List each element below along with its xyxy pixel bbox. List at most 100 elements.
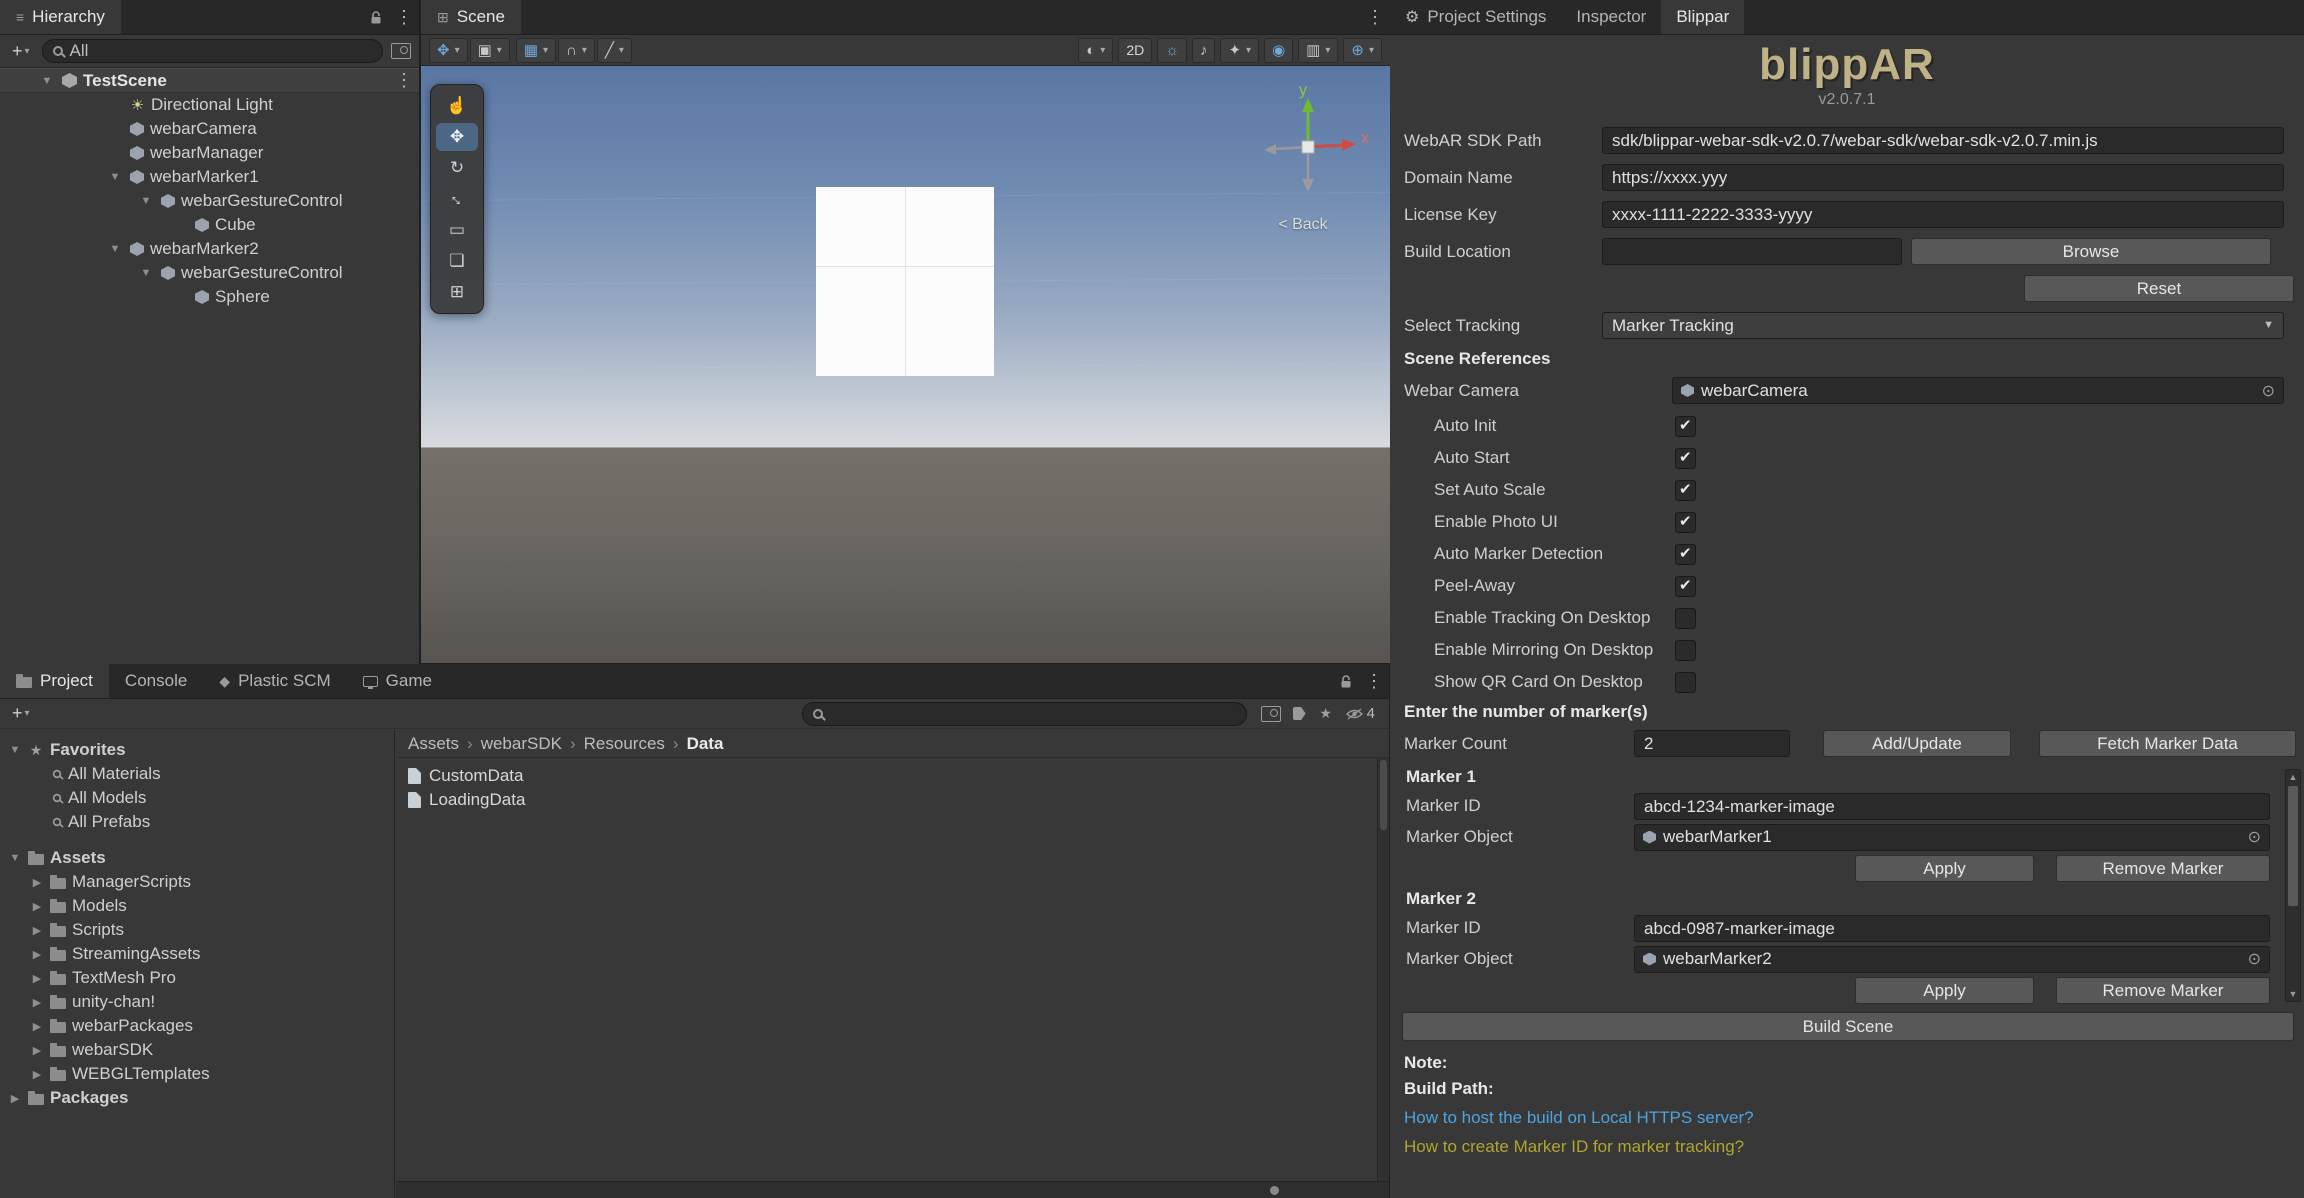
fetch-marker-data-button[interactable]: Fetch Marker Data	[2039, 730, 2296, 757]
tab-console[interactable]: Console	[109, 664, 203, 698]
tab-inspector[interactable]: Inspector	[1561, 0, 1661, 34]
expander-icon[interactable]	[106, 171, 124, 183]
tab-project-settings[interactable]: ⚙ Project Settings	[1390, 0, 1561, 34]
expander-icon[interactable]	[30, 924, 44, 937]
tab-plastic-scm[interactable]: ◆ Plastic SCM	[203, 664, 346, 698]
expander-icon[interactable]	[30, 1020, 44, 1033]
expander-icon[interactable]	[30, 972, 44, 985]
sdk-path-field[interactable]: sdk/blippar-webar-sdk-v2.0.7/webar-sdk/w…	[1602, 127, 2284, 154]
folder-row[interactable]: webarSDK	[0, 1038, 394, 1062]
folder-row[interactable]: Scripts	[0, 918, 394, 942]
scrollbar-thumb[interactable]	[1380, 760, 1387, 830]
open-in-search-icon[interactable]	[1261, 706, 1281, 722]
hierarchy-item[interactable]: webarMarker2	[0, 237, 419, 261]
lock-icon[interactable]	[1339, 674, 1353, 689]
scene-viewport[interactable]: ☝ ✥ ↻ ↔ ▭ ❏ ⊞ y x < Back	[421, 66, 1390, 663]
project-search-input[interactable]	[802, 702, 1247, 726]
scroll-down-icon[interactable]: ▼	[2286, 987, 2300, 1001]
create-asset-button[interactable]: +▾	[8, 703, 34, 724]
https-help-link[interactable]: How to host the build on Local HTTPS ser…	[1404, 1108, 2290, 1128]
hierarchy-item[interactable]: webarMarker1	[0, 165, 419, 189]
checkbox[interactable]	[1675, 544, 1696, 565]
tab-blippar[interactable]: Blippar	[1661, 0, 1744, 34]
snap-button[interactable]: ∩	[558, 38, 595, 63]
2d-toggle-button[interactable]: 2D	[1118, 38, 1152, 63]
expander-icon[interactable]	[8, 1092, 22, 1105]
folder-row[interactable]: unity-chan!	[0, 990, 394, 1014]
tab-game[interactable]: Game	[347, 664, 448, 698]
marker-count-field[interactable]: 2	[1634, 730, 1790, 757]
search-filter-icon[interactable]	[391, 43, 411, 59]
rotate-tool-button[interactable]: ↻	[436, 154, 478, 182]
hierarchy-item[interactable]: webarGestureControl	[0, 189, 419, 213]
kebab-menu-icon[interactable]	[1365, 671, 1379, 692]
apply-button[interactable]: Apply	[1855, 855, 2034, 882]
kebab-menu-icon[interactable]	[1366, 7, 1380, 28]
breadcrumb-webarsdk[interactable]: webarSDK	[481, 734, 562, 754]
breadcrumb-data[interactable]: Data	[687, 734, 724, 754]
checkbox[interactable]	[1675, 672, 1696, 693]
pivot-toggle-button[interactable]: ▣	[470, 38, 510, 63]
hierarchy-item[interactable]: Sphere	[0, 285, 419, 309]
checkbox[interactable]	[1675, 576, 1696, 597]
build-scene-button[interactable]: Build Scene	[1402, 1012, 2294, 1041]
favorite-item[interactable]: All Materials	[0, 762, 394, 786]
tab-hierarchy[interactable]: ≡ Hierarchy	[0, 0, 121, 34]
shading-mode-button[interactable]: ◐	[1078, 38, 1113, 63]
checkbox[interactable]	[1675, 640, 1696, 661]
webar-camera-object-field[interactable]: webarCamera ⊙	[1672, 377, 2284, 404]
asset-item[interactable]: CustomData	[408, 764, 1389, 788]
folder-row[interactable]: webarPackages	[0, 1014, 394, 1038]
lock-icon[interactable]	[369, 10, 383, 25]
browse-button[interactable]: Browse	[1911, 238, 2271, 265]
measure-button[interactable]: ╱	[597, 38, 632, 63]
scroll-up-icon[interactable]: ▲	[2286, 770, 2300, 784]
grid-snap-button[interactable]: ⊞	[436, 278, 478, 306]
expander-icon[interactable]	[137, 267, 155, 279]
checkbox[interactable]	[1675, 608, 1696, 629]
object-picker-icon[interactable]: ⊙	[2248, 949, 2261, 969]
marker-plane[interactable]	[816, 187, 994, 376]
hierarchy-item[interactable]: webarManager	[0, 141, 419, 165]
hierarchy-item[interactable]: webarCamera	[0, 117, 419, 141]
expander-icon[interactable]	[38, 75, 56, 87]
expander-icon[interactable]	[137, 195, 155, 207]
scene-audio-button[interactable]: ♪	[1192, 38, 1216, 63]
camera-overlay-button[interactable]: ▥	[1298, 38, 1338, 63]
object-picker-icon[interactable]: ⊙	[2262, 381, 2275, 401]
breadcrumb-assets[interactable]: Assets	[408, 734, 459, 754]
folder-row[interactable]: WEBGLTemplates	[0, 1062, 394, 1086]
kebab-menu-icon[interactable]	[395, 70, 409, 91]
marker-id-field[interactable]: abcd-0987-marker-image	[1634, 915, 2270, 942]
label-tag-icon[interactable]	[1293, 707, 1306, 720]
scale-tool-button[interactable]: ↔	[436, 185, 478, 213]
hierarchy-item[interactable]: webarGestureControl	[0, 261, 419, 285]
asset-item[interactable]: LoadingData	[408, 788, 1389, 812]
create-menu-button[interactable]: +▾	[8, 41, 34, 62]
hierarchy-search-input[interactable]: All	[42, 39, 383, 63]
vertical-scrollbar[interactable]	[1377, 758, 1389, 1181]
hierarchy-scene-row[interactable]: TestScene	[0, 68, 419, 93]
folder-row[interactable]: StreamingAssets	[0, 942, 394, 966]
kebab-menu-icon[interactable]	[395, 7, 409, 28]
checkbox[interactable]	[1675, 448, 1696, 469]
build-location-field[interactable]	[1602, 238, 1902, 265]
hand-tool-button[interactable]: ☝	[436, 92, 478, 120]
hierarchy-item[interactable]: ☀Directional Light	[0, 93, 419, 117]
marker-object-field[interactable]: webarMarker2 ⊙	[1634, 946, 2270, 973]
expander-icon[interactable]	[30, 996, 44, 1009]
assets-root-row[interactable]: Assets	[0, 846, 394, 870]
favorite-item[interactable]: All Prefabs	[0, 810, 394, 834]
breadcrumb-resources[interactable]: Resources	[584, 734, 665, 754]
checkbox[interactable]	[1675, 416, 1696, 437]
scene-visibility-button[interactable]: ◉	[1264, 38, 1293, 63]
scrollbar-thumb[interactable]	[2288, 786, 2298, 906]
object-picker-icon[interactable]: ⊙	[2248, 827, 2261, 847]
marker-id-help-link[interactable]: How to create Marker ID for marker track…	[1404, 1137, 2290, 1157]
scene-lighting-button[interactable]: ☼	[1157, 38, 1187, 63]
tab-project[interactable]: Project	[0, 664, 109, 698]
rect-tool-button[interactable]: ▭	[436, 216, 478, 244]
packages-root-row[interactable]: Packages	[0, 1086, 394, 1110]
hidden-count-toggle[interactable]: 4	[1346, 705, 1375, 722]
folder-row[interactable]: Models	[0, 894, 394, 918]
